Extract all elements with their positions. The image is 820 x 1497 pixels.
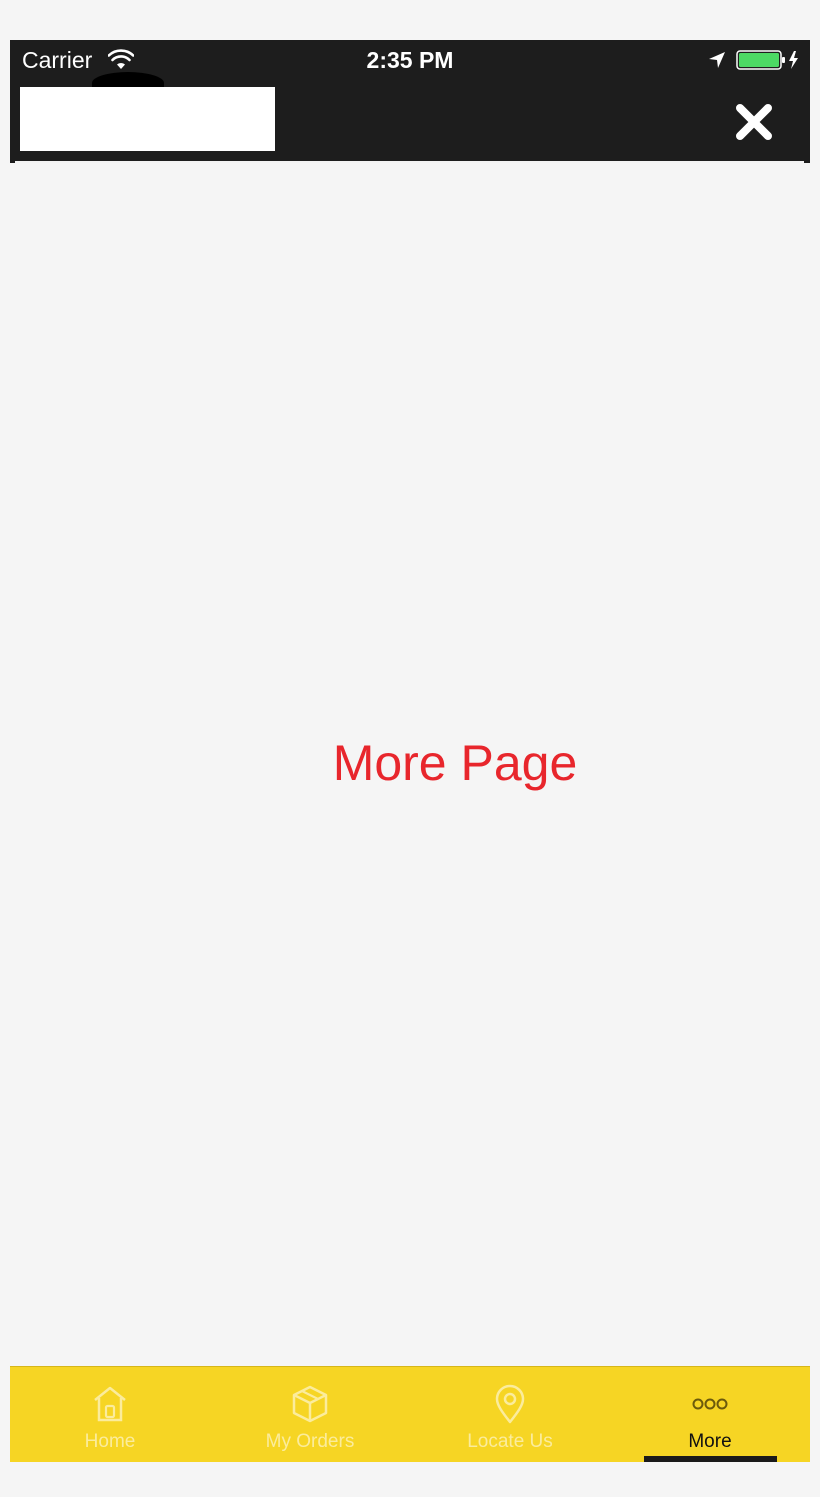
tab-my-orders-label: My Orders xyxy=(265,1431,355,1452)
tab-home[interactable]: Home xyxy=(10,1367,210,1462)
active-tab-indicator xyxy=(644,1456,777,1462)
tab-bar: Home My Orders Locate Us More xyxy=(10,1366,810,1462)
status-time: 2:35 PM xyxy=(366,47,454,73)
tab-locate-us[interactable]: Locate Us xyxy=(410,1367,610,1462)
tab-my-orders[interactable]: My Orders xyxy=(210,1367,410,1462)
tab-home-label: Home xyxy=(84,1431,136,1452)
logo-placeholder xyxy=(20,87,275,151)
tab-more[interactable]: More xyxy=(610,1367,810,1462)
battery-charging-icon xyxy=(736,50,798,70)
header-bar: Carrier 2:35 PM xyxy=(10,40,810,163)
app-screen: Carrier 2:35 PM More Page Home My Orders… xyxy=(10,40,810,1462)
more-dots-icon xyxy=(692,1398,728,1410)
page-title: More Page xyxy=(332,735,578,791)
header-divider xyxy=(15,161,804,163)
close-icon[interactable] xyxy=(732,100,776,144)
tab-locate-us-label: Locate Us xyxy=(467,1431,553,1452)
tab-more-label: More xyxy=(688,1431,732,1452)
location-arrow-icon xyxy=(709,52,725,68)
home-icon xyxy=(94,1386,126,1422)
map-pin-icon xyxy=(495,1384,525,1424)
package-icon xyxy=(292,1385,328,1423)
